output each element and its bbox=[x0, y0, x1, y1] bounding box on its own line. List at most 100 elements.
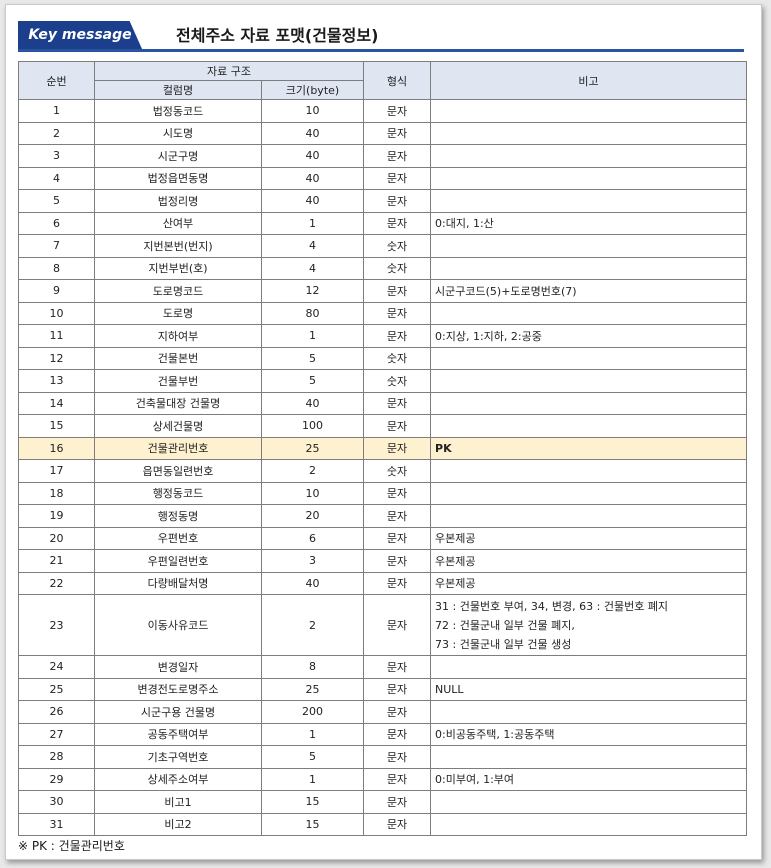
cell-size: 20 bbox=[260, 504, 365, 528]
header-column-name: 컬럼명 bbox=[94, 80, 262, 100]
cell-seq: 27 bbox=[18, 722, 95, 746]
cell-column-name: 행정동코드 bbox=[94, 481, 262, 505]
cell-note: 0:비공동주택, 1:공동주택 bbox=[430, 722, 748, 746]
cell-note bbox=[430, 144, 748, 168]
note-line: 31 : 건물번호 부여, 34, 변경, 63 : 건물번호 폐지 bbox=[435, 599, 669, 613]
cell-seq: 8 bbox=[18, 256, 95, 280]
cell-seq: 4 bbox=[18, 166, 95, 190]
cell-note bbox=[430, 655, 748, 679]
building-format-table: 순번 자료 구조 형식 비고 컬럼명 크기(byte) 1 법정동코드 10 문자 2 시… bbox=[18, 61, 748, 836]
table-row: 12 건물본번 5 숫자 bbox=[18, 346, 748, 370]
cell-column-name: 우편번호 bbox=[94, 526, 262, 550]
cell-note bbox=[430, 189, 748, 213]
cell-seq: 26 bbox=[18, 700, 95, 724]
table-row: 17 읍면동일련번호 2 숫자 bbox=[18, 459, 748, 483]
cell-column-name: 상세건물명 bbox=[94, 414, 262, 438]
cell-note bbox=[430, 166, 748, 190]
cell-seq: 24 bbox=[18, 655, 95, 679]
cell-seq: 25 bbox=[18, 677, 95, 701]
cell-note bbox=[430, 301, 748, 325]
cell-note: PK bbox=[430, 436, 748, 460]
note-line: 73 : 건물군내 일부 건물 생성 bbox=[435, 637, 572, 651]
cell-size: 5 bbox=[260, 346, 365, 370]
table-row: 28 기초구역번호 5 문자 bbox=[18, 745, 748, 769]
cell-format: 문자 bbox=[363, 594, 432, 656]
table-row: 26 시군구용 건물명 200 문자 bbox=[18, 700, 748, 724]
cell-note: NULL bbox=[430, 677, 748, 701]
cell-size: 10 bbox=[260, 99, 365, 123]
cell-size: 6 bbox=[260, 526, 365, 550]
table-row: 11 지하여부 1 문자 0:지상, 1:지하, 2:공중 bbox=[18, 324, 748, 348]
cell-seq: 7 bbox=[18, 234, 95, 258]
cell-note bbox=[430, 391, 748, 415]
table-row: 16 건물관리번호 25 문자 PK bbox=[18, 436, 748, 460]
table-row: 6 산여부 1 문자 0:대지, 1:산 bbox=[18, 211, 748, 235]
cell-seq: 11 bbox=[18, 324, 95, 348]
cell-seq: 28 bbox=[18, 745, 95, 769]
cell-format: 숫자 bbox=[363, 346, 432, 370]
cell-size: 200 bbox=[260, 700, 365, 724]
cell-size: 10 bbox=[260, 481, 365, 505]
cell-format: 문자 bbox=[363, 549, 432, 573]
cell-size: 80 bbox=[260, 301, 365, 325]
cell-size: 40 bbox=[260, 391, 365, 415]
document-frame: Key message 전체주소 자료 포맷(건물정보) 순번 자료 구조 형식… bbox=[5, 4, 762, 860]
section-header: Key message 전체주소 자료 포맷(건물정보) bbox=[18, 19, 744, 52]
cell-column-name: 건물부번 bbox=[94, 369, 262, 393]
cell-note: 우본제공 bbox=[430, 526, 748, 550]
table-row: 13 건물부번 5 숫자 bbox=[18, 369, 748, 393]
table-row: 3 시군구명 40 문자 bbox=[18, 144, 748, 168]
cell-note: 31 : 건물번호 부여, 34, 변경, 63 : 건물번호 폐지 72 : 건… bbox=[430, 594, 748, 656]
cell-column-name: 시군구용 건물명 bbox=[94, 700, 262, 724]
cell-note bbox=[430, 700, 748, 724]
cell-size: 1 bbox=[260, 211, 365, 235]
cell-note bbox=[430, 234, 748, 258]
cell-note bbox=[430, 99, 748, 123]
cell-note: 0:미부여, 1:부여 bbox=[430, 767, 748, 791]
table-row: 21 우편일련번호 3 문자 우본제공 bbox=[18, 549, 748, 573]
cell-format: 문자 bbox=[363, 211, 432, 235]
cell-format: 문자 bbox=[363, 481, 432, 505]
cell-format: 문자 bbox=[363, 504, 432, 528]
cell-column-name: 비고1 bbox=[94, 790, 262, 814]
cell-note: 시군구코드(5)+도로명번호(7) bbox=[430, 279, 748, 303]
cell-note bbox=[430, 346, 748, 370]
cell-column-name: 법정동코드 bbox=[94, 99, 262, 123]
cell-size: 25 bbox=[260, 436, 365, 460]
cell-column-name: 시도명 bbox=[94, 121, 262, 145]
cell-column-name: 변경전도로명주소 bbox=[94, 677, 262, 701]
cell-column-name: 건축물대장 건물명 bbox=[94, 391, 262, 415]
table-row: 18 행정동코드 10 문자 bbox=[18, 481, 748, 505]
cell-format: 문자 bbox=[363, 571, 432, 595]
table-row: 27 공동주택여부 1 문자 0:비공동주택, 1:공동주택 bbox=[18, 722, 748, 746]
cell-format: 문자 bbox=[363, 189, 432, 213]
cell-column-name: 다량배달처명 bbox=[94, 571, 262, 595]
cell-note bbox=[430, 121, 748, 145]
note-line: 72 : 건물군내 일부 건물 폐지, bbox=[435, 618, 575, 632]
cell-seq: 22 bbox=[18, 571, 95, 595]
cell-column-name: 비고2 bbox=[94, 812, 262, 836]
cell-column-name: 우편일련번호 bbox=[94, 549, 262, 573]
table-row: 9 도로명코드 12 문자 시군구코드(5)+도로명번호(7) bbox=[18, 279, 748, 303]
cell-seq: 23 bbox=[18, 594, 95, 656]
key-message-tab: Key message bbox=[18, 21, 142, 49]
cell-seq: 12 bbox=[18, 346, 95, 370]
cell-note bbox=[430, 459, 748, 483]
header-note: 비고 bbox=[430, 61, 748, 100]
cell-size: 4 bbox=[260, 234, 365, 258]
cell-size: 40 bbox=[260, 571, 365, 595]
cell-seq: 6 bbox=[18, 211, 95, 235]
cell-format: 문자 bbox=[363, 324, 432, 348]
cell-column-name: 지번부번(호) bbox=[94, 256, 262, 280]
cell-column-name: 공동주택여부 bbox=[94, 722, 262, 746]
cell-size: 25 bbox=[260, 677, 365, 701]
cell-format: 문자 bbox=[363, 99, 432, 123]
cell-column-name: 지하여부 bbox=[94, 324, 262, 348]
cell-column-name: 도로명 bbox=[94, 301, 262, 325]
cell-seq: 31 bbox=[18, 812, 95, 836]
cell-seq: 14 bbox=[18, 391, 95, 415]
cell-size: 100 bbox=[260, 414, 365, 438]
table-row: 31 비고2 15 문자 bbox=[18, 812, 748, 836]
cell-note bbox=[430, 414, 748, 438]
cell-format: 문자 bbox=[363, 391, 432, 415]
